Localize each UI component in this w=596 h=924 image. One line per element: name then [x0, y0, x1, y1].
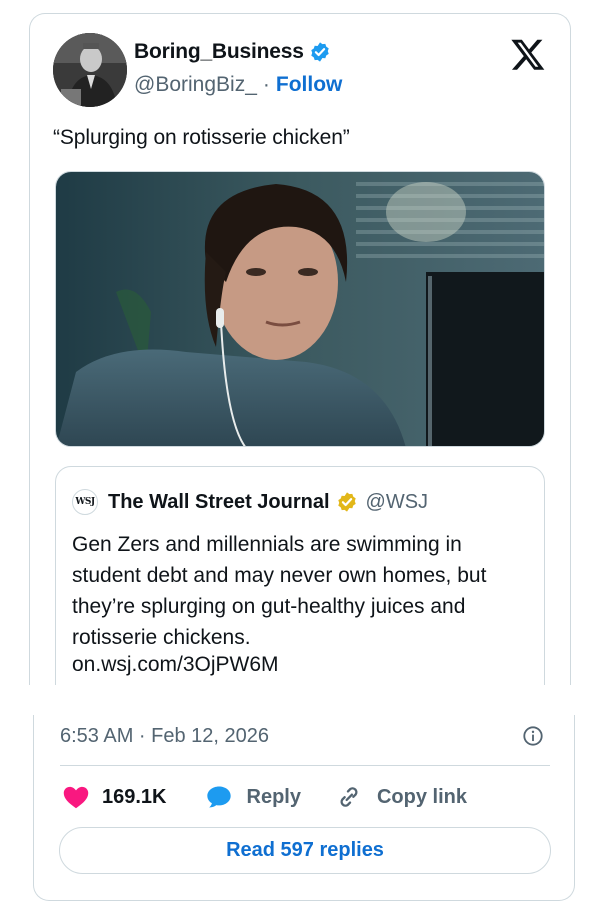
reply-label: Reply [246, 785, 301, 808]
quoted-tweet[interactable]: WSJ The Wall Street Journal @WSJ Gen Zer… [55, 466, 545, 685]
footer-divider [60, 765, 550, 766]
author-display-name[interactable]: Boring_Business [134, 40, 304, 64]
link-icon [340, 787, 358, 807]
gold-verified-badge-icon [337, 492, 356, 512]
reply-bubble-icon [206, 786, 231, 808]
quoted-author-handle[interactable]: @WSJ [366, 491, 429, 514]
heart-icon [63, 786, 89, 809]
follow-button[interactable]: Follow [276, 73, 343, 97]
wsj-avatar[interactable]: WSJ [72, 489, 98, 515]
like-count: 169.1K [102, 785, 167, 808]
verified-badge-icon [311, 42, 329, 62]
separator-dot: · [262, 73, 270, 96]
tweet-card: Boring_Business @BoringBiz_ · Follow “Sp… [29, 13, 571, 685]
read-replies-button[interactable]: Read 597 replies [59, 827, 551, 874]
info-icon[interactable] [522, 725, 544, 747]
x-logo-icon[interactable] [510, 36, 546, 72]
quoted-tweet-text: Gen Zers and millennials are swimming in… [72, 533, 487, 649]
copy-link-button[interactable]: Copy link [335, 783, 467, 811]
quoted-tweet-header: WSJ The Wall Street Journal @WSJ [72, 489, 428, 515]
tweet-footer: 6:53 AM · Feb 12, 2026 169.1K Reply Copy… [33, 715, 575, 901]
reply-button[interactable]: Reply [205, 783, 301, 811]
copy-link-label: Copy link [376, 785, 467, 808]
author-name-row: Boring_Business [134, 40, 331, 64]
author-handle-row: @BoringBiz_ · Follow [134, 73, 342, 97]
author-handle[interactable]: @BoringBiz_ [134, 73, 257, 97]
action-bar: 169.1K Reply Copy link [62, 783, 467, 811]
tweet-media-image[interactable] [55, 171, 545, 447]
quoted-author-name[interactable]: The Wall Street Journal [108, 491, 330, 514]
tweet-text: “Splurging on rotisserie chicken” [53, 126, 350, 149]
tweet-timestamp[interactable]: 6:53 AM · Feb 12, 2026 [60, 725, 269, 748]
like-button[interactable]: 169.1K [62, 783, 167, 811]
quoted-tweet-link[interactable]: on.wsj.com/3OjPW6M [72, 653, 279, 677]
avatar[interactable] [53, 33, 127, 107]
